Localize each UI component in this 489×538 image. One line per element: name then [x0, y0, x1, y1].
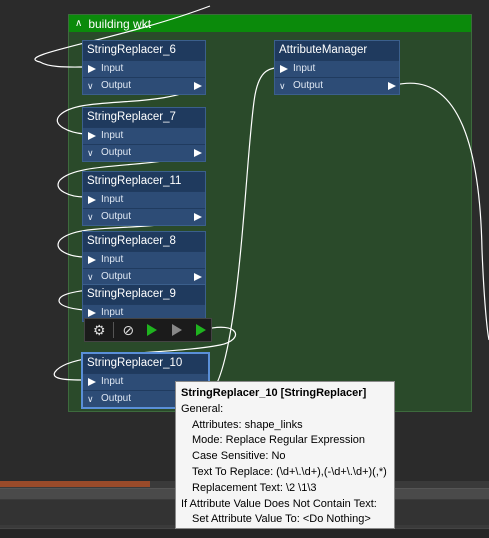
input-arrow-icon [280, 65, 288, 73]
progress-indicator [0, 481, 150, 487]
bookmark-title: building wkt [88, 16, 152, 31]
chevron-down-icon[interactable]: ∨ [87, 78, 94, 94]
node-title: StringReplacer_8 [83, 232, 205, 251]
input-arrow-icon [88, 309, 96, 317]
node-title: StringReplacer_10 [83, 354, 208, 373]
node-tooltip: StringReplacer_10 [StringReplacer] Gener… [175, 381, 395, 529]
output-port-label: Output [101, 211, 132, 222]
node-stringreplacer-9[interactable]: StringReplacer_9 Input [82, 284, 206, 322]
node-attributemanager[interactable]: AttributeManager Input ∨ Output [274, 40, 400, 95]
input-arrow-icon [88, 256, 96, 264]
input-port-label: Input [101, 376, 124, 387]
output-arrow-icon[interactable] [388, 82, 396, 90]
input-port-label: Input [101, 63, 124, 74]
output-arrow-icon[interactable] [194, 149, 202, 157]
tooltip-text-to-replace: Text To Replace: (\d+\.\d+),(-\d+\.\d+)(… [192, 465, 387, 478]
input-port[interactable]: Input [83, 251, 205, 268]
output-port-label: Output [101, 271, 132, 282]
run-from-this-icon[interactable] [167, 320, 187, 340]
input-arrow-icon [88, 132, 96, 140]
input-arrow-icon [88, 65, 96, 73]
output-port[interactable]: ∨ Output [275, 77, 399, 94]
input-arrow-icon [88, 378, 96, 386]
chevron-down-icon[interactable]: ∨ [87, 269, 94, 285]
disable-icon[interactable]: ⊘ [118, 320, 138, 340]
tooltip-title: StringReplacer_10 [StringReplacer] [181, 387, 367, 399]
bookmark-header[interactable]: ∧ building wkt [69, 15, 471, 32]
tooltip-section-if: If Attribute Value Does Not Contain Text… [181, 497, 377, 510]
node-title: AttributeManager [275, 41, 399, 60]
input-port-label: Input [101, 307, 124, 318]
output-port[interactable]: ∨ Output [83, 208, 205, 225]
output-port-label: Output [101, 393, 132, 404]
output-port-label: Output [293, 80, 324, 91]
chevron-down-icon[interactable]: ∨ [279, 78, 286, 94]
tooltip-replacement-text: Replacement Text: \2 \1\3 [192, 481, 317, 494]
output-port[interactable]: ∨ Output [83, 268, 205, 285]
gear-icon[interactable]: ⚙ [89, 320, 109, 340]
run-just-this-icon[interactable] [191, 320, 211, 340]
chevron-down-icon[interactable]: ∨ [87, 391, 94, 407]
node-title: StringReplacer_11 [83, 172, 205, 191]
tooltip-mode: Mode: Replace Regular Expression [192, 434, 366, 447]
input-arrow-icon [88, 196, 96, 204]
input-port[interactable]: Input [275, 60, 399, 77]
tooltip-case-sensitive: Case Sensitive: No [192, 450, 286, 463]
node-stringreplacer-7[interactable]: StringReplacer_7 Input ∨ Output [82, 107, 206, 162]
node-stringreplacer-8[interactable]: StringReplacer_8 Input ∨ Output [82, 231, 206, 286]
node-stringreplacer-6[interactable]: StringReplacer_6 Input ∨ Output [82, 40, 206, 95]
node-title: StringReplacer_9 [83, 285, 205, 304]
chevron-down-icon[interactable]: ∨ [87, 209, 94, 225]
tooltip-section-general: General: [181, 402, 224, 415]
input-port[interactable]: Input [83, 127, 205, 144]
output-port[interactable]: ∨ Output [83, 77, 205, 94]
collapse-chevron-icon[interactable]: ∧ [75, 18, 82, 29]
output-arrow-icon[interactable] [194, 213, 202, 221]
node-quick-toolbar: ⚙ ⊘ [84, 318, 212, 342]
output-arrow-icon[interactable] [194, 273, 202, 281]
input-port-label: Input [101, 254, 124, 265]
tooltip-set-value: Set Attribute Value To: <Do Nothing> [192, 513, 371, 526]
input-port-label: Input [101, 194, 124, 205]
output-port[interactable]: ∨ Output [83, 144, 205, 161]
tooltip-attributes: Attributes: shape_links [192, 418, 303, 431]
output-arrow-icon[interactable] [194, 82, 202, 90]
chevron-down-icon[interactable]: ∨ [87, 145, 94, 161]
input-port[interactable]: Input [83, 191, 205, 208]
node-title: StringReplacer_6 [83, 41, 205, 60]
node-title: StringReplacer_7 [83, 108, 205, 127]
output-port-label: Output [101, 80, 132, 91]
toolbar-divider [113, 322, 115, 338]
input-port[interactable]: Input [83, 60, 205, 77]
input-port-label: Input [101, 130, 124, 141]
run-to-this-icon[interactable] [142, 320, 162, 340]
node-stringreplacer-11[interactable]: StringReplacer_11 Input ∨ Output [82, 171, 206, 226]
output-port-label: Output [101, 147, 132, 158]
input-port-label: Input [293, 63, 316, 74]
